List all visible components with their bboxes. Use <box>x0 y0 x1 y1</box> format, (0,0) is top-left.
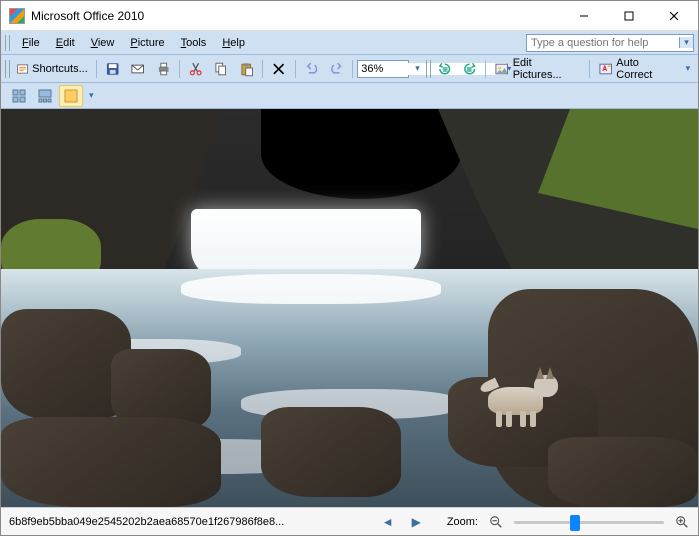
menubar: File Edit View Picture Tools Help ▾ <box>1 31 698 55</box>
help-search-dropdown[interactable]: ▾ <box>679 37 693 48</box>
toolbar-view: ▾ <box>1 83 698 109</box>
cut-button[interactable] <box>184 58 207 80</box>
statusbar: 6b8f9eb5bba049e2545202b2aea68570e1f26798… <box>1 507 698 535</box>
delete-button[interactable] <box>267 58 290 80</box>
zoom-in-button[interactable] <box>674 514 690 530</box>
zoom-slider-thumb <box>570 515 580 531</box>
copy-button[interactable] <box>209 58 232 80</box>
separator <box>485 60 486 78</box>
status-filename: 6b8f9eb5bba049e2545202b2aea68570e1f26798… <box>9 516 284 528</box>
separator <box>96 60 97 78</box>
menubar-handle[interactable] <box>5 35 10 51</box>
rotate-right-button[interactable] <box>458 58 481 80</box>
menu-file[interactable]: File <box>14 35 48 51</box>
toolbar-overflow-2[interactable]: ▾ <box>682 58 694 80</box>
menu-tools[interactable]: Tools <box>173 35 215 51</box>
separator <box>589 60 590 78</box>
window-controls <box>561 1 696 30</box>
zoom-out-button[interactable] <box>488 514 504 530</box>
zoom-label: Zoom: <box>447 516 478 528</box>
close-button[interactable] <box>651 1 696 30</box>
auto-correct-button[interactable]: Auto Correct <box>594 58 680 80</box>
paste-button[interactable] <box>235 58 258 80</box>
separator <box>352 60 353 78</box>
edit-pictures-label: Edit Pictures... <box>513 57 581 81</box>
shortcuts-button[interactable]: Shortcuts... <box>12 58 92 80</box>
filmstrip-view-button[interactable] <box>33 85 57 107</box>
auto-correct-label: Auto Correct <box>616 57 675 81</box>
edit-pictures-button[interactable]: Edit Pictures... <box>490 58 585 80</box>
mail-button[interactable] <box>126 58 149 80</box>
menu-view[interactable]: View <box>83 35 123 51</box>
prev-image-button[interactable]: ◄ <box>378 515 398 529</box>
help-search-box[interactable]: ▾ <box>526 34 694 52</box>
menu-edit[interactable]: Edit <box>48 35 83 51</box>
undo-button[interactable] <box>300 58 323 80</box>
photo-content <box>1 109 698 507</box>
next-image-button[interactable]: ▶ <box>408 515 425 529</box>
save-button[interactable] <box>101 58 124 80</box>
toolbar-overflow-3[interactable]: ▾ <box>85 85 98 107</box>
zoom-slider[interactable] <box>514 513 664 531</box>
image-canvas[interactable] <box>1 109 698 507</box>
single-view-button[interactable] <box>59 85 83 107</box>
redo-button[interactable] <box>325 58 348 80</box>
print-button[interactable] <box>152 58 175 80</box>
app-icon <box>9 8 25 24</box>
minimize-button[interactable] <box>561 1 606 30</box>
toolbar-overflow-1[interactable]: ▾ <box>411 58 423 80</box>
help-search-input[interactable] <box>527 37 679 49</box>
titlebar: Microsoft Office 2010 <box>1 1 698 31</box>
menu-help[interactable]: Help <box>214 35 253 51</box>
separator <box>295 60 296 78</box>
separator <box>179 60 180 78</box>
rotate-left-button[interactable] <box>433 58 456 80</box>
menu-picture[interactable]: Picture <box>122 35 172 51</box>
toolbar-handle-2[interactable] <box>426 60 431 78</box>
window-title: Microsoft Office 2010 <box>31 9 561 23</box>
dog-subject <box>478 367 558 427</box>
shortcuts-label: Shortcuts... <box>32 63 88 75</box>
toolbar-handle-1[interactable] <box>5 60 10 78</box>
zoom-combo[interactable]: ▾ <box>357 60 409 78</box>
maximize-button[interactable] <box>606 1 651 30</box>
toolbar-standard: Shortcuts... ▾ ▾ Edit Pictures... Auto C… <box>1 55 698 83</box>
separator <box>262 60 263 78</box>
thumbnail-view-button[interactable] <box>7 85 31 107</box>
